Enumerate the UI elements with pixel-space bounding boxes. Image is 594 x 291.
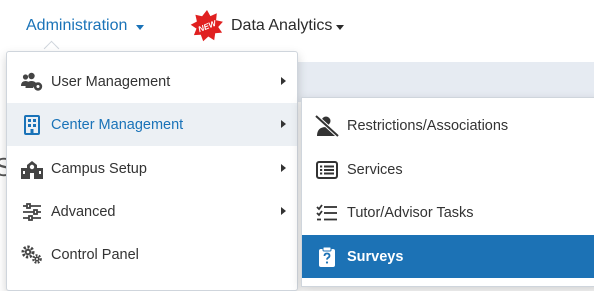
user-slash-icon [315,114,339,138]
tasks-icon [315,201,339,225]
menu-item-label: Center Management [51,116,184,133]
submenu-item-surveys[interactable]: Surveys [302,235,594,278]
menu-item-user-management[interactable]: User Management [7,60,297,103]
menu-item-campus-setup[interactable]: Campus Setup [7,147,297,190]
submenu-item-restrictions-associations[interactable]: Restrictions/Associations [302,104,594,147]
building-icon [21,114,43,136]
menu-item-label: Advanced [51,203,116,220]
caret-down-icon [336,24,345,30]
sliders-icon [21,201,43,223]
page-header-band [290,62,594,102]
menu-item-label: Campus Setup [51,160,147,177]
menu-item-label: User Management [51,73,171,90]
submenu-item-label: Restrictions/Associations [347,117,509,134]
chevron-right-icon [281,77,286,85]
data-analytics-menu-toggle[interactable]: NEW Data Analytics [190,10,345,42]
school-icon [21,158,43,180]
list-icon [315,158,339,182]
menu-item-control-panel[interactable]: Control Panel [7,233,297,276]
administration-dropdown: User Management Center Management Campus… [6,51,298,291]
chevron-right-icon [281,120,286,128]
menu-item-center-management[interactable]: Center Management [7,103,297,146]
data-analytics-label: Data Analytics [231,17,333,34]
clipboard-question-icon [315,245,339,269]
submenu-item-label: Surveys [347,248,404,265]
submenu-item-label: Tutor/Advisor Tasks [347,204,474,221]
administration-label: Administration [26,17,128,34]
new-badge-icon: NEW [190,10,223,42]
submenu-item-label: Services [347,161,403,178]
submenu-item-tutor-advisor-tasks[interactable]: Tutor/Advisor Tasks [302,191,594,234]
menu-item-label: Control Panel [51,246,139,263]
users-cog-icon [21,71,43,93]
chevron-right-icon [281,207,286,215]
center-management-submenu: Restrictions/Associations Services Tutor… [301,97,594,287]
caret-down-icon [136,24,145,30]
cogs-icon [21,244,43,266]
submenu-item-services[interactable]: Services [302,148,594,191]
administration-menu-toggle[interactable]: Administration [26,17,145,35]
chevron-right-icon [281,164,286,172]
menu-item-advanced[interactable]: Advanced [7,190,297,233]
top-navigation: Administration NEW Data Analytics [0,0,594,50]
